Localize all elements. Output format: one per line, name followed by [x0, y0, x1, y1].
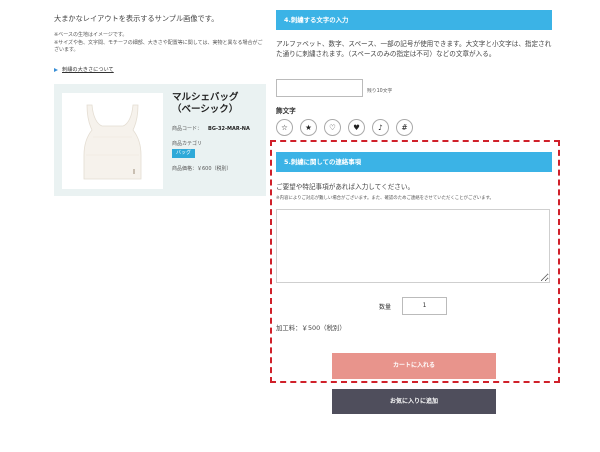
deco-white-heart-button[interactable]: ♡	[324, 119, 341, 136]
section5-header: 5.刺繍に関しての連絡事項	[276, 152, 552, 172]
decoration-label: 飾文字	[276, 107, 296, 115]
section5-description: ご要望や特記事項があれば入力してください。	[276, 183, 415, 191]
section4-header: 4.刺繍する文字の入力	[276, 10, 552, 30]
deco-white-star-button[interactable]: ☆	[276, 119, 293, 136]
embroidery-size-link-label: 刺繍の大きさについて	[62, 67, 114, 73]
remaining-characters: 残り10文字	[367, 89, 393, 94]
product-category-label: 商品カテゴリ	[172, 141, 203, 147]
add-to-favorites-button[interactable]: お気に入りに追加	[332, 389, 496, 414]
intro-note: ※ベースの生地はイメージです。 ※サイズや色、文字間、モチーフの細部、大きさや配…	[54, 32, 266, 55]
tote-bag-image	[83, 104, 142, 180]
add-to-cart-button[interactable]: カートに入れる	[332, 353, 496, 379]
product-category-tag[interactable]: バッグ	[172, 149, 196, 158]
section5-note: ※内容によりご対応が難しい場合がございます。また、確認のためご連絡をさせていただ…	[276, 196, 494, 201]
product-code: 商品コード： BG-32-MAR-NA	[172, 125, 250, 132]
section4-description: アルファベット、数字、スペース、一部の記号が使用できます。大文字と小文字は、指定…	[276, 40, 552, 58]
intro-block: 大まかなレイアウトを表示するサンプル画像です。 ※ベースの生地はイメージです。 …	[54, 14, 266, 55]
intro-note-line2: ※サイズや色、文字間、モチーフの細部、大きさや配置等に関しては、実物と異なる場合…	[54, 39, 263, 54]
product-name: マルシェバッグ （ベーシック）	[172, 92, 264, 116]
deco-music-note-button[interactable]: ♪	[372, 119, 389, 136]
product-name-line2: （ベーシック）	[172, 104, 239, 115]
product-price: 商品価格：￥600（税別）	[172, 166, 232, 172]
quantity-label: 数量	[379, 304, 392, 311]
triangle-right-icon	[54, 67, 58, 72]
deco-hash-button[interactable]: #	[396, 119, 413, 136]
deco-black-heart-button[interactable]: ♥	[348, 119, 365, 136]
product-code-value: BG-32-MAR-NA	[208, 126, 250, 132]
notes-textarea[interactable]	[276, 209, 550, 283]
product-code-label: 商品コード：	[172, 126, 203, 132]
embroidery-size-link[interactable]: 刺繍の大きさについて	[54, 66, 114, 73]
product-name-line1: マルシェバッグ	[172, 92, 239, 103]
embroidery-text-input[interactable]	[276, 79, 363, 97]
product-card: マルシェバッグ （ベーシック） 商品コード： BG-32-MAR-NA 商品カテゴ…	[54, 84, 266, 196]
quantity-input[interactable]: 1	[402, 297, 447, 315]
deco-black-star-button[interactable]: ★	[300, 119, 317, 136]
intro-lead-text: 大まかなレイアウトを表示するサンプル画像です。	[54, 14, 219, 23]
product-image	[62, 93, 163, 189]
processing-fee: 加工料：￥500（税別）	[276, 324, 346, 332]
intro-note-line1: ※ベースの生地はイメージです。	[54, 32, 128, 38]
